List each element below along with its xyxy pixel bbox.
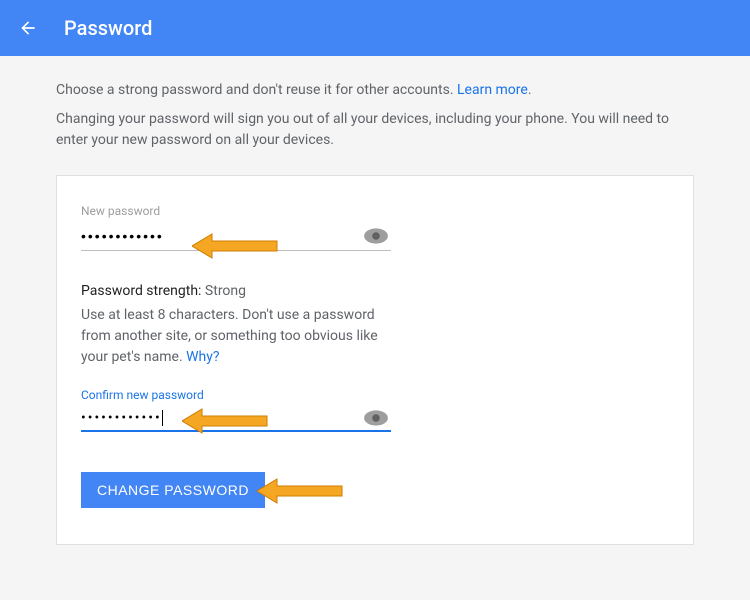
password-strength: Password strength: Strong [81, 283, 669, 299]
learn-more-link[interactable]: Learn more [457, 82, 528, 98]
confirm-password-field-group: Confirm new password •••••••••••• [81, 388, 391, 432]
why-link[interactable]: Why? [186, 349, 219, 365]
app-header: Password [0, 0, 750, 56]
intro-text: Choose a strong password and don't reuse… [56, 82, 457, 98]
hint-text: Use at least 8 characters. Don't use a p… [81, 307, 378, 365]
annotation-arrow-icon [257, 476, 347, 506]
intro-line-2: Changing your password will sign you out… [56, 109, 694, 151]
arrow-left-icon [18, 18, 38, 38]
eye-icon [363, 409, 389, 427]
intro-suffix: . [528, 82, 532, 98]
confirm-password-label: Confirm new password [81, 388, 391, 402]
strength-label: Password strength: [81, 283, 201, 299]
toggle-visibility-new[interactable] [361, 226, 391, 246]
intro-line-1: Choose a strong password and don't reuse… [56, 80, 694, 101]
change-password-button[interactable]: Change Password [81, 472, 265, 508]
new-password-input-row [81, 224, 391, 251]
new-password-label: New password [81, 204, 391, 218]
password-hint: Use at least 8 characters. Don't use a p… [81, 305, 391, 368]
back-button[interactable] [16, 16, 40, 40]
new-password-input[interactable] [81, 224, 361, 248]
content-area: Choose a strong password and don't reuse… [0, 56, 750, 569]
text-cursor [162, 410, 163, 426]
new-password-field-group: New password [81, 204, 391, 251]
eye-icon [363, 227, 389, 245]
password-card: New password Password strength: Strong U… [56, 175, 694, 545]
confirm-password-input-row: •••••••••••• [81, 408, 391, 432]
toggle-visibility-confirm[interactable] [361, 408, 391, 428]
strength-value: Strong [205, 283, 246, 299]
page-title: Password [64, 16, 152, 40]
confirm-password-input[interactable]: •••••••••••• [81, 410, 162, 426]
